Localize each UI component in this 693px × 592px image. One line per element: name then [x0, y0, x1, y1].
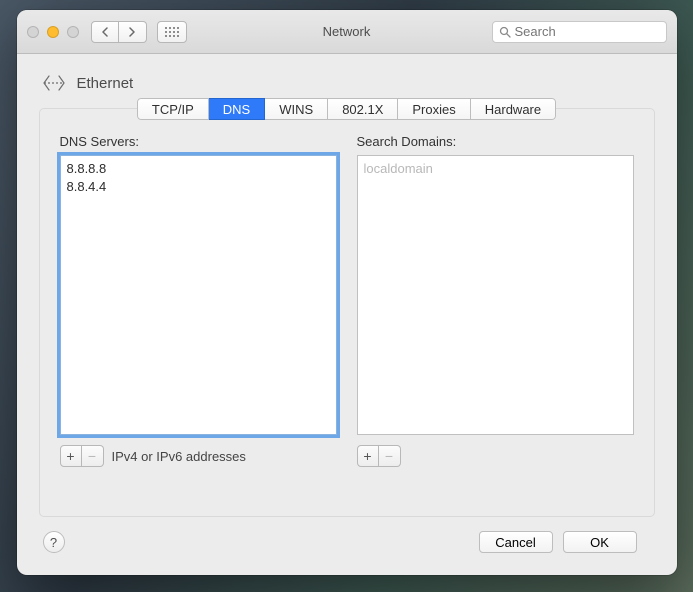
tab-wins[interactable]: WINS: [265, 98, 328, 120]
remove-dns-server-button[interactable]: −: [82, 445, 104, 467]
tab-proxies[interactable]: Proxies: [398, 98, 470, 120]
add-search-domain-button[interactable]: +: [357, 445, 379, 467]
settings-panel: TCP/IP DNS WINS 802.1X Proxies Hardware …: [39, 108, 655, 517]
ethernet-icon: [41, 72, 67, 94]
back-button[interactable]: [91, 21, 119, 43]
tab-bar: TCP/IP DNS WINS 802.1X Proxies Hardware: [60, 98, 634, 120]
chevron-right-icon: [128, 27, 136, 37]
search-domains-list[interactable]: localdomain: [357, 155, 634, 435]
help-button[interactable]: ?: [43, 531, 65, 553]
network-prefs-window: Network Ethernet TCP/IP DNS WINS: [17, 10, 677, 575]
list-item[interactable]: 8.8.4.4: [67, 178, 330, 196]
nav-buttons: [91, 21, 147, 43]
ok-button[interactable]: OK: [563, 531, 637, 553]
tab-hardware[interactable]: Hardware: [471, 98, 556, 120]
plus-icon: +: [363, 448, 371, 464]
search-domains-column: Search Domains: localdomain + −: [357, 134, 634, 467]
tab-8021x[interactable]: 802.1X: [328, 98, 398, 120]
minus-icon: −: [385, 448, 393, 464]
search-icon: [499, 26, 511, 38]
content-area: Ethernet TCP/IP DNS WINS 802.1X Proxies …: [17, 54, 677, 575]
footer: ? Cancel OK: [39, 517, 655, 559]
plus-icon: +: [66, 448, 74, 464]
dns-servers-label: DNS Servers:: [60, 134, 337, 149]
list-placeholder: localdomain: [364, 160, 627, 178]
zoom-icon[interactable]: [67, 26, 79, 38]
tab-tcpip[interactable]: TCP/IP: [137, 98, 209, 120]
help-icon: ?: [50, 535, 57, 550]
tab-dns[interactable]: DNS: [209, 98, 265, 120]
remove-search-domain-button[interactable]: −: [379, 445, 401, 467]
minus-icon: −: [88, 448, 96, 464]
dns-hint: IPv4 or IPv6 addresses: [112, 449, 246, 464]
search-domains-label: Search Domains:: [357, 134, 634, 149]
titlebar: Network: [17, 10, 677, 54]
minimize-icon[interactable]: [47, 26, 59, 38]
interface-name: Ethernet: [77, 75, 134, 92]
search-domains-controls: + −: [357, 445, 634, 467]
dns-servers-controls: + − IPv4 or IPv6 addresses: [60, 445, 337, 467]
segmented-control: TCP/IP DNS WINS 802.1X Proxies Hardware: [137, 98, 556, 120]
dns-servers-column: DNS Servers: 8.8.8.8 8.8.4.4 + −: [60, 134, 337, 467]
show-all-button[interactable]: [157, 21, 187, 43]
window-controls: [27, 26, 79, 38]
cancel-button[interactable]: Cancel: [479, 531, 553, 553]
add-dns-server-button[interactable]: +: [60, 445, 82, 467]
list-item[interactable]: 8.8.8.8: [67, 160, 330, 178]
search-field[interactable]: [492, 21, 667, 43]
search-input[interactable]: [515, 24, 660, 39]
close-icon[interactable]: [27, 26, 39, 38]
chevron-left-icon: [101, 27, 109, 37]
dns-servers-list[interactable]: 8.8.8.8 8.8.4.4: [60, 155, 337, 435]
grid-icon: [165, 27, 179, 37]
dns-columns: DNS Servers: 8.8.8.8 8.8.4.4 + −: [60, 134, 634, 467]
forward-button[interactable]: [119, 21, 147, 43]
